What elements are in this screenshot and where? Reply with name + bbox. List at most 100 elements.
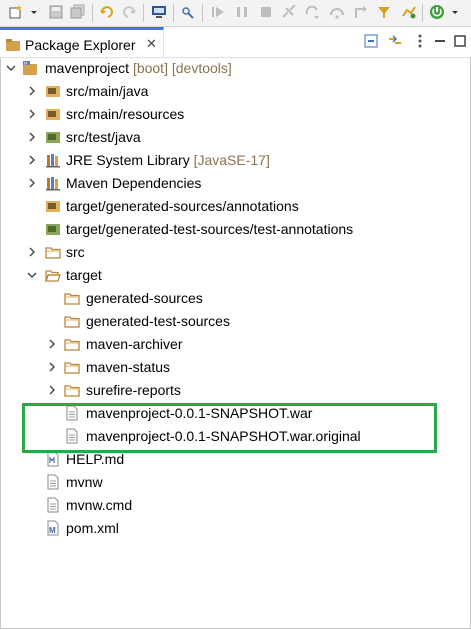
maven-project-icon: M xyxy=(23,61,37,75)
test-source-folder-icon xyxy=(46,132,60,143)
source-folder-icon xyxy=(46,109,60,120)
tree-item[interactable]: maven-status xyxy=(0,356,460,379)
folder-icon xyxy=(45,247,61,259)
folder-icon xyxy=(64,293,80,305)
tree-item[interactable]: target xyxy=(0,264,460,287)
tree-item-decoration: [JavaSE-17] xyxy=(193,152,270,168)
folder-icon xyxy=(64,316,80,328)
source-folder-icon xyxy=(46,86,60,97)
save-all-icon[interactable] xyxy=(70,4,86,20)
tree-item[interactable]: src xyxy=(0,241,460,264)
file-icon xyxy=(47,474,59,490)
close-icon[interactable]: ✕ xyxy=(146,36,157,52)
tab-package-explorer[interactable]: Package Explorer ✕ xyxy=(0,27,164,57)
maximize-icon[interactable] xyxy=(452,33,468,49)
tree-item[interactable]: src/test/java xyxy=(0,126,460,149)
tree-item[interactable]: src/main/resources xyxy=(0,103,460,126)
step-return-icon[interactable] xyxy=(352,4,368,20)
new-icon[interactable] xyxy=(8,4,24,20)
chevron-right-icon[interactable] xyxy=(47,385,57,395)
undo-icon[interactable] xyxy=(99,4,115,20)
use-step-filters-icon[interactable] xyxy=(376,4,392,20)
chevron-right-icon[interactable] xyxy=(47,362,57,372)
spring-boot-dropdown-icon[interactable] xyxy=(451,4,459,20)
terminate-icon[interactable] xyxy=(258,4,274,20)
toolbar-separator xyxy=(173,4,174,22)
tree-item[interactable]: src/main/java xyxy=(0,80,460,103)
tree-item[interactable]: maven-archiver xyxy=(0,333,460,356)
tree-item-label: src/main/java xyxy=(66,83,149,99)
toolbar-separator xyxy=(422,4,423,22)
tree-item-label: maven-archiver xyxy=(86,336,183,352)
toolbar-separator xyxy=(202,4,203,22)
tree-item-label: JRE System Library xyxy=(66,152,190,168)
folder-open-icon xyxy=(45,270,61,282)
chevron-right-icon[interactable] xyxy=(27,86,37,96)
library-icon xyxy=(46,177,60,191)
minimize-icon[interactable] xyxy=(432,33,448,49)
tree-item-label: Maven Dependencies xyxy=(66,175,202,191)
toolbar-separator xyxy=(143,4,144,22)
tree-item[interactable]: target/generated-sources/annotations xyxy=(0,195,460,218)
svg-text:M: M xyxy=(49,526,56,535)
link-with-editor-icon[interactable] xyxy=(387,33,403,49)
tree-item[interactable]: Maven Dependencies xyxy=(0,172,460,195)
step-into-icon[interactable] xyxy=(305,4,321,20)
new-dropdown-icon[interactable] xyxy=(30,4,38,20)
disconnect-icon[interactable] xyxy=(281,4,297,20)
view-menu-icon[interactable] xyxy=(412,33,428,49)
tree-item[interactable]: generated-sources xyxy=(0,287,460,310)
tree-item-label: mvnw xyxy=(66,474,103,490)
tree-item[interactable]: generated-test-sources xyxy=(0,310,460,333)
monitor-icon[interactable] xyxy=(151,4,167,20)
maven-pom-icon: M xyxy=(47,520,59,536)
tree-item-label: surefire-reports xyxy=(86,382,181,398)
source-folder-icon xyxy=(46,201,60,212)
folder-icon xyxy=(64,385,80,397)
file-icon xyxy=(47,497,59,513)
svg-text:M: M xyxy=(24,61,27,66)
chevron-down-icon[interactable] xyxy=(27,270,37,280)
suspend-icon[interactable] xyxy=(234,4,250,20)
tree-item[interactable]: surefire-reports xyxy=(0,379,460,402)
test-source-folder-icon xyxy=(46,224,60,235)
tree-item[interactable]: mvnw.cmd xyxy=(0,494,460,517)
chevron-right-icon[interactable] xyxy=(27,109,37,119)
open-type-icon[interactable] xyxy=(401,4,417,20)
collapse-all-icon[interactable] xyxy=(363,33,379,49)
tree-item-project[interactable]: M mavenproject [boot] [devtools] xyxy=(0,57,460,80)
project-decoration: [boot] [devtools] xyxy=(132,60,232,76)
view-tab-bar: Package Explorer ✕ xyxy=(0,27,471,58)
tab-label: Package Explorer xyxy=(25,37,136,53)
tree-item-label: mvnw.cmd xyxy=(66,497,133,513)
main-toolbar xyxy=(0,0,471,27)
chevron-right-icon[interactable] xyxy=(27,132,37,142)
tree-item-label: generated-sources xyxy=(86,290,203,306)
tree-item-label: target/generated-test-sources/test-annot… xyxy=(66,221,354,237)
tree-item-label: maven-status xyxy=(86,359,171,375)
folder-icon xyxy=(64,339,80,351)
redo-icon[interactable] xyxy=(121,4,137,20)
tree-item-label: src xyxy=(66,244,85,260)
tree-item-label: target/generated-sources/annotations xyxy=(66,198,299,214)
tree-item[interactable]: M pom.xml xyxy=(0,517,460,540)
tree-item-label: src/test/java xyxy=(66,129,141,145)
debug-icon[interactable] xyxy=(180,4,196,20)
chevron-right-icon[interactable] xyxy=(27,178,37,188)
resume-icon[interactable] xyxy=(210,4,226,20)
spring-boot-icon[interactable] xyxy=(429,4,445,20)
chevron-right-icon[interactable] xyxy=(27,155,37,165)
tree-item-label: src/main/resources xyxy=(66,106,185,122)
save-icon[interactable] xyxy=(48,4,64,20)
step-over-icon[interactable] xyxy=(329,4,345,20)
package-explorer-icon xyxy=(6,39,20,51)
tree-item[interactable]: JRE System Library [JavaSE-17] xyxy=(0,149,460,172)
highlight-box xyxy=(22,403,437,453)
tree-item[interactable]: target/generated-test-sources/test-annot… xyxy=(0,218,460,241)
project-name: mavenproject xyxy=(45,60,130,76)
tree-item[interactable]: mvnw xyxy=(0,471,460,494)
chevron-down-icon[interactable] xyxy=(6,63,16,73)
chevron-right-icon[interactable] xyxy=(27,247,37,257)
tree-item-label: target xyxy=(66,267,102,283)
chevron-right-icon[interactable] xyxy=(47,339,57,349)
